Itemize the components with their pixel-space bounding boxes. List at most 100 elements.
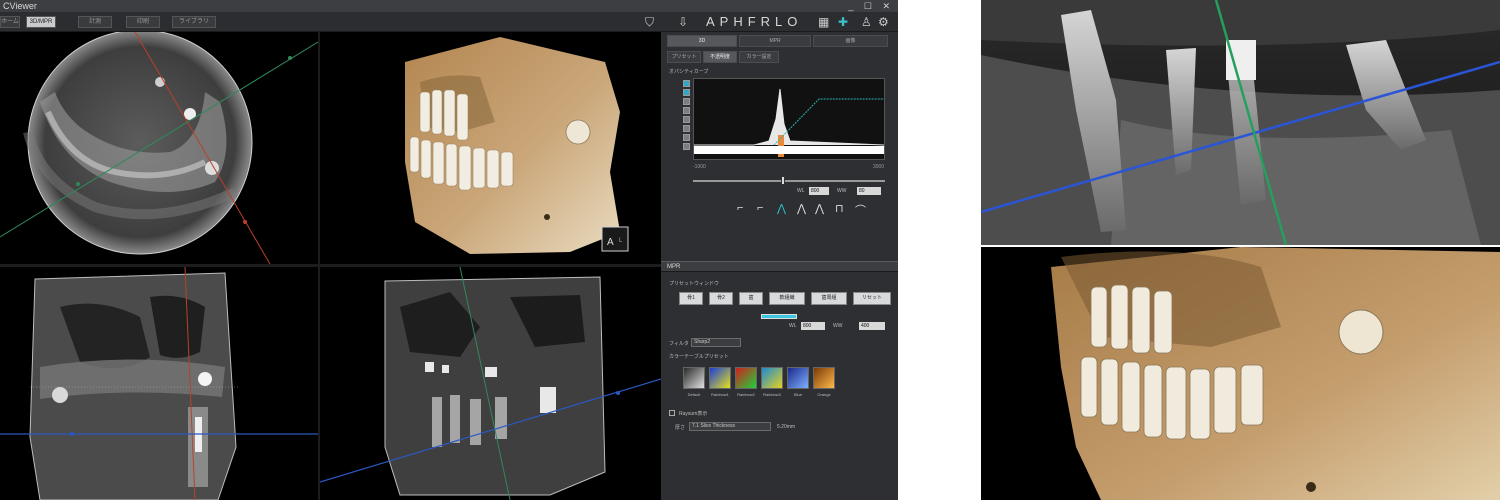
settings-side-panel: 3D MPR 画像 プリセット 不透明度 カラー設定 オパシティカーブ 1 2 … bbox=[661, 32, 898, 500]
color-table-rainbow3-label: Rainbow3 bbox=[763, 392, 781, 397]
panel-subtab-color[interactable]: カラー設定 bbox=[739, 51, 779, 63]
window-slider-track[interactable] bbox=[693, 180, 885, 182]
curve-point-toggle-4[interactable] bbox=[683, 107, 690, 114]
viewport-divider-horizontal bbox=[0, 264, 661, 267]
color-table-orange-label: Orange bbox=[817, 392, 831, 397]
mpr-wl-input[interactable]: 800 bbox=[801, 322, 825, 330]
toolbar-tab-library[interactable]: ライブラリ bbox=[172, 16, 216, 28]
curve-shape-1[interactable]: ⌐ bbox=[737, 202, 743, 214]
curve-shape-6[interactable]: ⊓ bbox=[835, 202, 844, 215]
mpr-wl-label: WL bbox=[789, 323, 797, 329]
axial-viewport[interactable] bbox=[0, 32, 318, 264]
volume-render-closeup-graphic bbox=[981, 247, 1500, 500]
thickness-mm-value: 5.20mm bbox=[777, 424, 796, 430]
window-controls[interactable]: _ ☐ ✕ bbox=[848, 0, 894, 12]
app-title: CViewer bbox=[3, 1, 37, 11]
viewer-app-window: CViewer _ ☐ ✕ ホーム 3D/MPR 計測 印刷 ライブラリ ⛉ ⇩… bbox=[0, 0, 898, 500]
volume-render-image: A L bbox=[405, 37, 629, 254]
title-bar: CViewer _ ☐ ✕ bbox=[0, 0, 898, 12]
panel-tab-image[interactable]: 画像 bbox=[813, 35, 888, 47]
color-table-rainbow2-label: Rainbow2 bbox=[737, 392, 755, 397]
volume-render-closeup-image bbox=[981, 247, 1500, 500]
mpr-ww-label: WW bbox=[833, 323, 843, 329]
mpr-ww-input[interactable]: 400 bbox=[859, 322, 885, 330]
panel-subtab-opacity[interactable]: 不透明度 bbox=[703, 51, 737, 63]
preset-soft-tissue-button[interactable]: 軟組織 bbox=[769, 292, 805, 305]
curve-shape-2[interactable]: ⌐ bbox=[757, 202, 763, 214]
opacity-ww-input[interactable]: 80 bbox=[857, 187, 881, 195]
export-icon[interactable]: ⇩ bbox=[678, 14, 688, 30]
settings-icon[interactable]: ⚙ bbox=[878, 14, 889, 30]
orientation-brand[interactable]: APHFRLO bbox=[706, 14, 802, 29]
raysum-checkbox[interactable] bbox=[669, 410, 675, 416]
preset-bone2-button[interactable]: 骨2 bbox=[709, 292, 733, 305]
curve-point-toggle-5[interactable] bbox=[683, 116, 690, 123]
window-slider-thumb[interactable] bbox=[781, 176, 785, 185]
panel-subtab-preset[interactable]: プリセット bbox=[667, 51, 701, 63]
color-table-rainbow1-label: Rainbow1 bbox=[711, 392, 729, 397]
curve-point-toggle-8[interactable] bbox=[683, 143, 690, 150]
ct-closeup-image bbox=[981, 0, 1500, 245]
tooth-tool-icon[interactable]: ⛉ bbox=[645, 14, 654, 30]
sagittal-slice-image bbox=[320, 267, 661, 500]
raysum-label: Raysum表示 bbox=[679, 411, 708, 417]
sagittal-viewport[interactable] bbox=[320, 267, 661, 500]
mpr-section-header[interactable]: MPR bbox=[661, 261, 898, 272]
opacity-ww-label: WW bbox=[837, 188, 847, 194]
opacity-histogram[interactable] bbox=[693, 78, 885, 160]
orientation-cube-label-a: A bbox=[607, 237, 614, 248]
curve-point-toggle-3[interactable] bbox=[683, 98, 690, 105]
color-table-orange[interactable] bbox=[813, 367, 835, 389]
coronal-viewport[interactable] bbox=[0, 267, 318, 500]
layout-grid-icon[interactable]: ▦ bbox=[818, 14, 829, 30]
thickness-select-value: 7.1 Slice Thickness bbox=[692, 423, 735, 429]
toolbar-tab-home[interactable]: ホーム bbox=[0, 16, 20, 28]
toolbar-tab-measure[interactable]: 計測 bbox=[78, 16, 112, 28]
color-table-blue-label: Blue bbox=[793, 392, 802, 397]
toolbar-tab-3d-mpr[interactable]: 3D/MPR bbox=[26, 16, 56, 28]
screenshot-canvas: CViewer _ ☐ ✕ ホーム 3D/MPR 計測 印刷 ライブラリ ⛉ ⇩… bbox=[0, 0, 1500, 500]
user-icon[interactable]: ♙ bbox=[861, 14, 872, 30]
preset-periodontal-button[interactable]: 歯周組 bbox=[811, 292, 847, 305]
mpr-window-slider[interactable] bbox=[761, 314, 797, 319]
filter-label: フィルタ bbox=[669, 341, 689, 347]
opacity-wl-label: WL bbox=[797, 188, 805, 194]
color-table-label: カラーテーブルプリセット bbox=[669, 354, 729, 360]
preset-bone1-button[interactable]: 骨1 bbox=[679, 292, 703, 305]
thickness-select[interactable]: 7.1 Slice Thickness bbox=[689, 422, 771, 431]
preset-reset-button[interactable]: リセット bbox=[853, 292, 891, 305]
curve-shape-4[interactable]: ⋀ bbox=[797, 202, 806, 215]
ct-closeup-graphic bbox=[981, 0, 1500, 245]
crosshair-icon[interactable]: ✚ bbox=[838, 14, 848, 30]
range-max-label: 3000 bbox=[873, 164, 885, 170]
curve-point-toggle-2[interactable] bbox=[683, 89, 690, 96]
color-table-rainbow3[interactable] bbox=[761, 367, 783, 389]
viewport-divider-vertical bbox=[318, 32, 320, 500]
curve-point-toggle-7[interactable] bbox=[683, 134, 690, 141]
opacity-wl-input[interactable]: 800 bbox=[809, 187, 829, 195]
range-min-label: -1000 bbox=[693, 164, 706, 170]
volume-render-viewport[interactable]: A L bbox=[320, 32, 661, 264]
curve-shape-3[interactable]: ⋀ bbox=[777, 202, 786, 215]
panel-tab-mpr[interactable]: MPR bbox=[739, 35, 811, 47]
filter-select[interactable]: Sharp2 bbox=[691, 338, 741, 347]
curve-shape-5[interactable]: ⋀ bbox=[815, 202, 824, 215]
curve-shape-7[interactable]: ⌒ bbox=[855, 202, 866, 218]
orientation-cube[interactable]: A L bbox=[601, 226, 629, 252]
panel-tab-3d[interactable]: 3D bbox=[667, 35, 737, 47]
opacity-curve-label: オパシティカーブ bbox=[669, 69, 709, 75]
color-table-default[interactable] bbox=[683, 367, 705, 389]
toolbar-tab-print[interactable]: 印刷 bbox=[126, 16, 160, 28]
color-table-blue[interactable] bbox=[787, 367, 809, 389]
curve-point-toggle-6[interactable] bbox=[683, 125, 690, 132]
preset-tooth-button[interactable]: 歯 bbox=[739, 292, 763, 305]
curve-point-toggle-1[interactable] bbox=[683, 80, 690, 87]
color-table-rainbow1[interactable] bbox=[709, 367, 731, 389]
color-table-default-label: Default bbox=[687, 392, 701, 397]
opacity-histogram-graph bbox=[694, 88, 885, 157]
color-table-rainbow2[interactable] bbox=[735, 367, 757, 389]
window-preset-label: プリセットウィンドウ bbox=[669, 281, 720, 287]
filter-select-value: Sharp2 bbox=[694, 339, 711, 345]
axial-slice-image bbox=[0, 32, 318, 264]
coronal-slice-image bbox=[0, 267, 318, 500]
